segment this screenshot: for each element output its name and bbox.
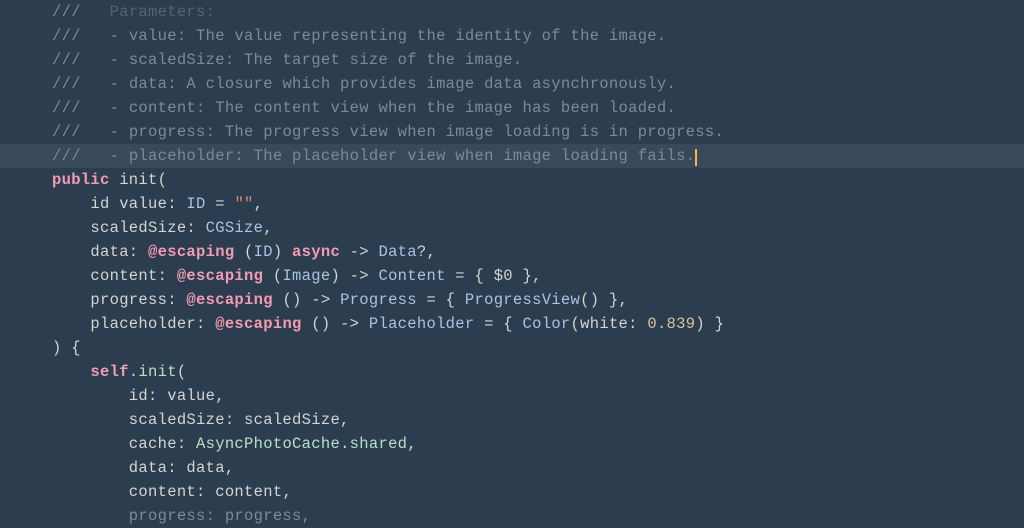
keyword-self: self xyxy=(52,363,129,381)
type-placeholder: Placeholder xyxy=(369,315,475,333)
keyword-escaping: @escaping xyxy=(215,315,301,333)
keyword-public: public xyxy=(52,171,110,189)
type-id: ID xyxy=(186,195,205,213)
type-content: Content xyxy=(378,267,445,285)
type-color: Color xyxy=(523,315,571,333)
code-line: placeholder: @escaping () -> Placeholder… xyxy=(0,312,1024,336)
doc-comment: /// - value: The value representing the … xyxy=(52,27,667,45)
type-progressview: ProgressView xyxy=(465,291,580,309)
code-line-active: /// - placeholder: The placeholder view … xyxy=(0,144,1024,168)
method-init: init xyxy=(138,363,176,381)
doc-comment: /// - placeholder: The placeholder view … xyxy=(52,147,695,165)
code-line: scaledSize: scaledSize, xyxy=(0,408,1024,432)
code-line: /// - value: The value representing the … xyxy=(0,24,1024,48)
code-line: /// - scaledSize: The target size of the… xyxy=(0,48,1024,72)
code-line: cache: AsyncPhotoCache.shared, xyxy=(0,432,1024,456)
keyword-async: async xyxy=(292,243,340,261)
code-line: id: value, xyxy=(0,384,1024,408)
doc-comment: /// - data: A closure which provides ima… xyxy=(52,75,676,93)
text-cursor xyxy=(695,149,697,166)
doc-comment: /// Parameters: xyxy=(52,3,215,21)
type-id: ID xyxy=(254,243,273,261)
doc-comment: /// - scaledSize: The target size of the… xyxy=(52,51,522,69)
code-line: /// - content: The content view when the… xyxy=(0,96,1024,120)
number-literal: 0.839 xyxy=(647,315,695,333)
code-line: ) { xyxy=(0,336,1024,360)
code-line: scaledSize: CGSize, xyxy=(0,216,1024,240)
doc-comment: /// - progress: The progress view when i… xyxy=(52,123,724,141)
string-literal: "" xyxy=(234,195,253,213)
code-line: /// - data: A closure which provides ima… xyxy=(0,72,1024,96)
keyword-escaping: @escaping xyxy=(177,267,263,285)
type-progress: Progress xyxy=(340,291,417,309)
keyword-escaping: @escaping xyxy=(186,291,272,309)
code-line: id value: ID = "", xyxy=(0,192,1024,216)
code-line: data: @escaping (ID) async -> Data?, xyxy=(0,240,1024,264)
type-image: Image xyxy=(282,267,330,285)
property-shared: shared xyxy=(350,435,408,453)
code-line: content: @escaping (Image) -> Content = … xyxy=(0,264,1024,288)
code-line: content: content, xyxy=(0,480,1024,504)
code-line: public init( xyxy=(0,168,1024,192)
code-line: /// - progress: The progress view when i… xyxy=(0,120,1024,144)
type-cgsize: CGSize xyxy=(206,219,264,237)
doc-comment: /// - content: The content view when the… xyxy=(52,99,676,117)
code-line: /// Parameters: xyxy=(0,0,1024,24)
code-line: data: data, xyxy=(0,456,1024,480)
keyword-escaping: @escaping xyxy=(148,243,234,261)
type-asyncphotocache: AsyncPhotoCache xyxy=(196,435,340,453)
code-line: progress: @escaping () -> Progress = { P… xyxy=(0,288,1024,312)
code-line: self.init( xyxy=(0,360,1024,384)
code-editor[interactable]: /// Parameters: /// - value: The value r… xyxy=(0,0,1024,528)
type-data: Data xyxy=(378,243,416,261)
